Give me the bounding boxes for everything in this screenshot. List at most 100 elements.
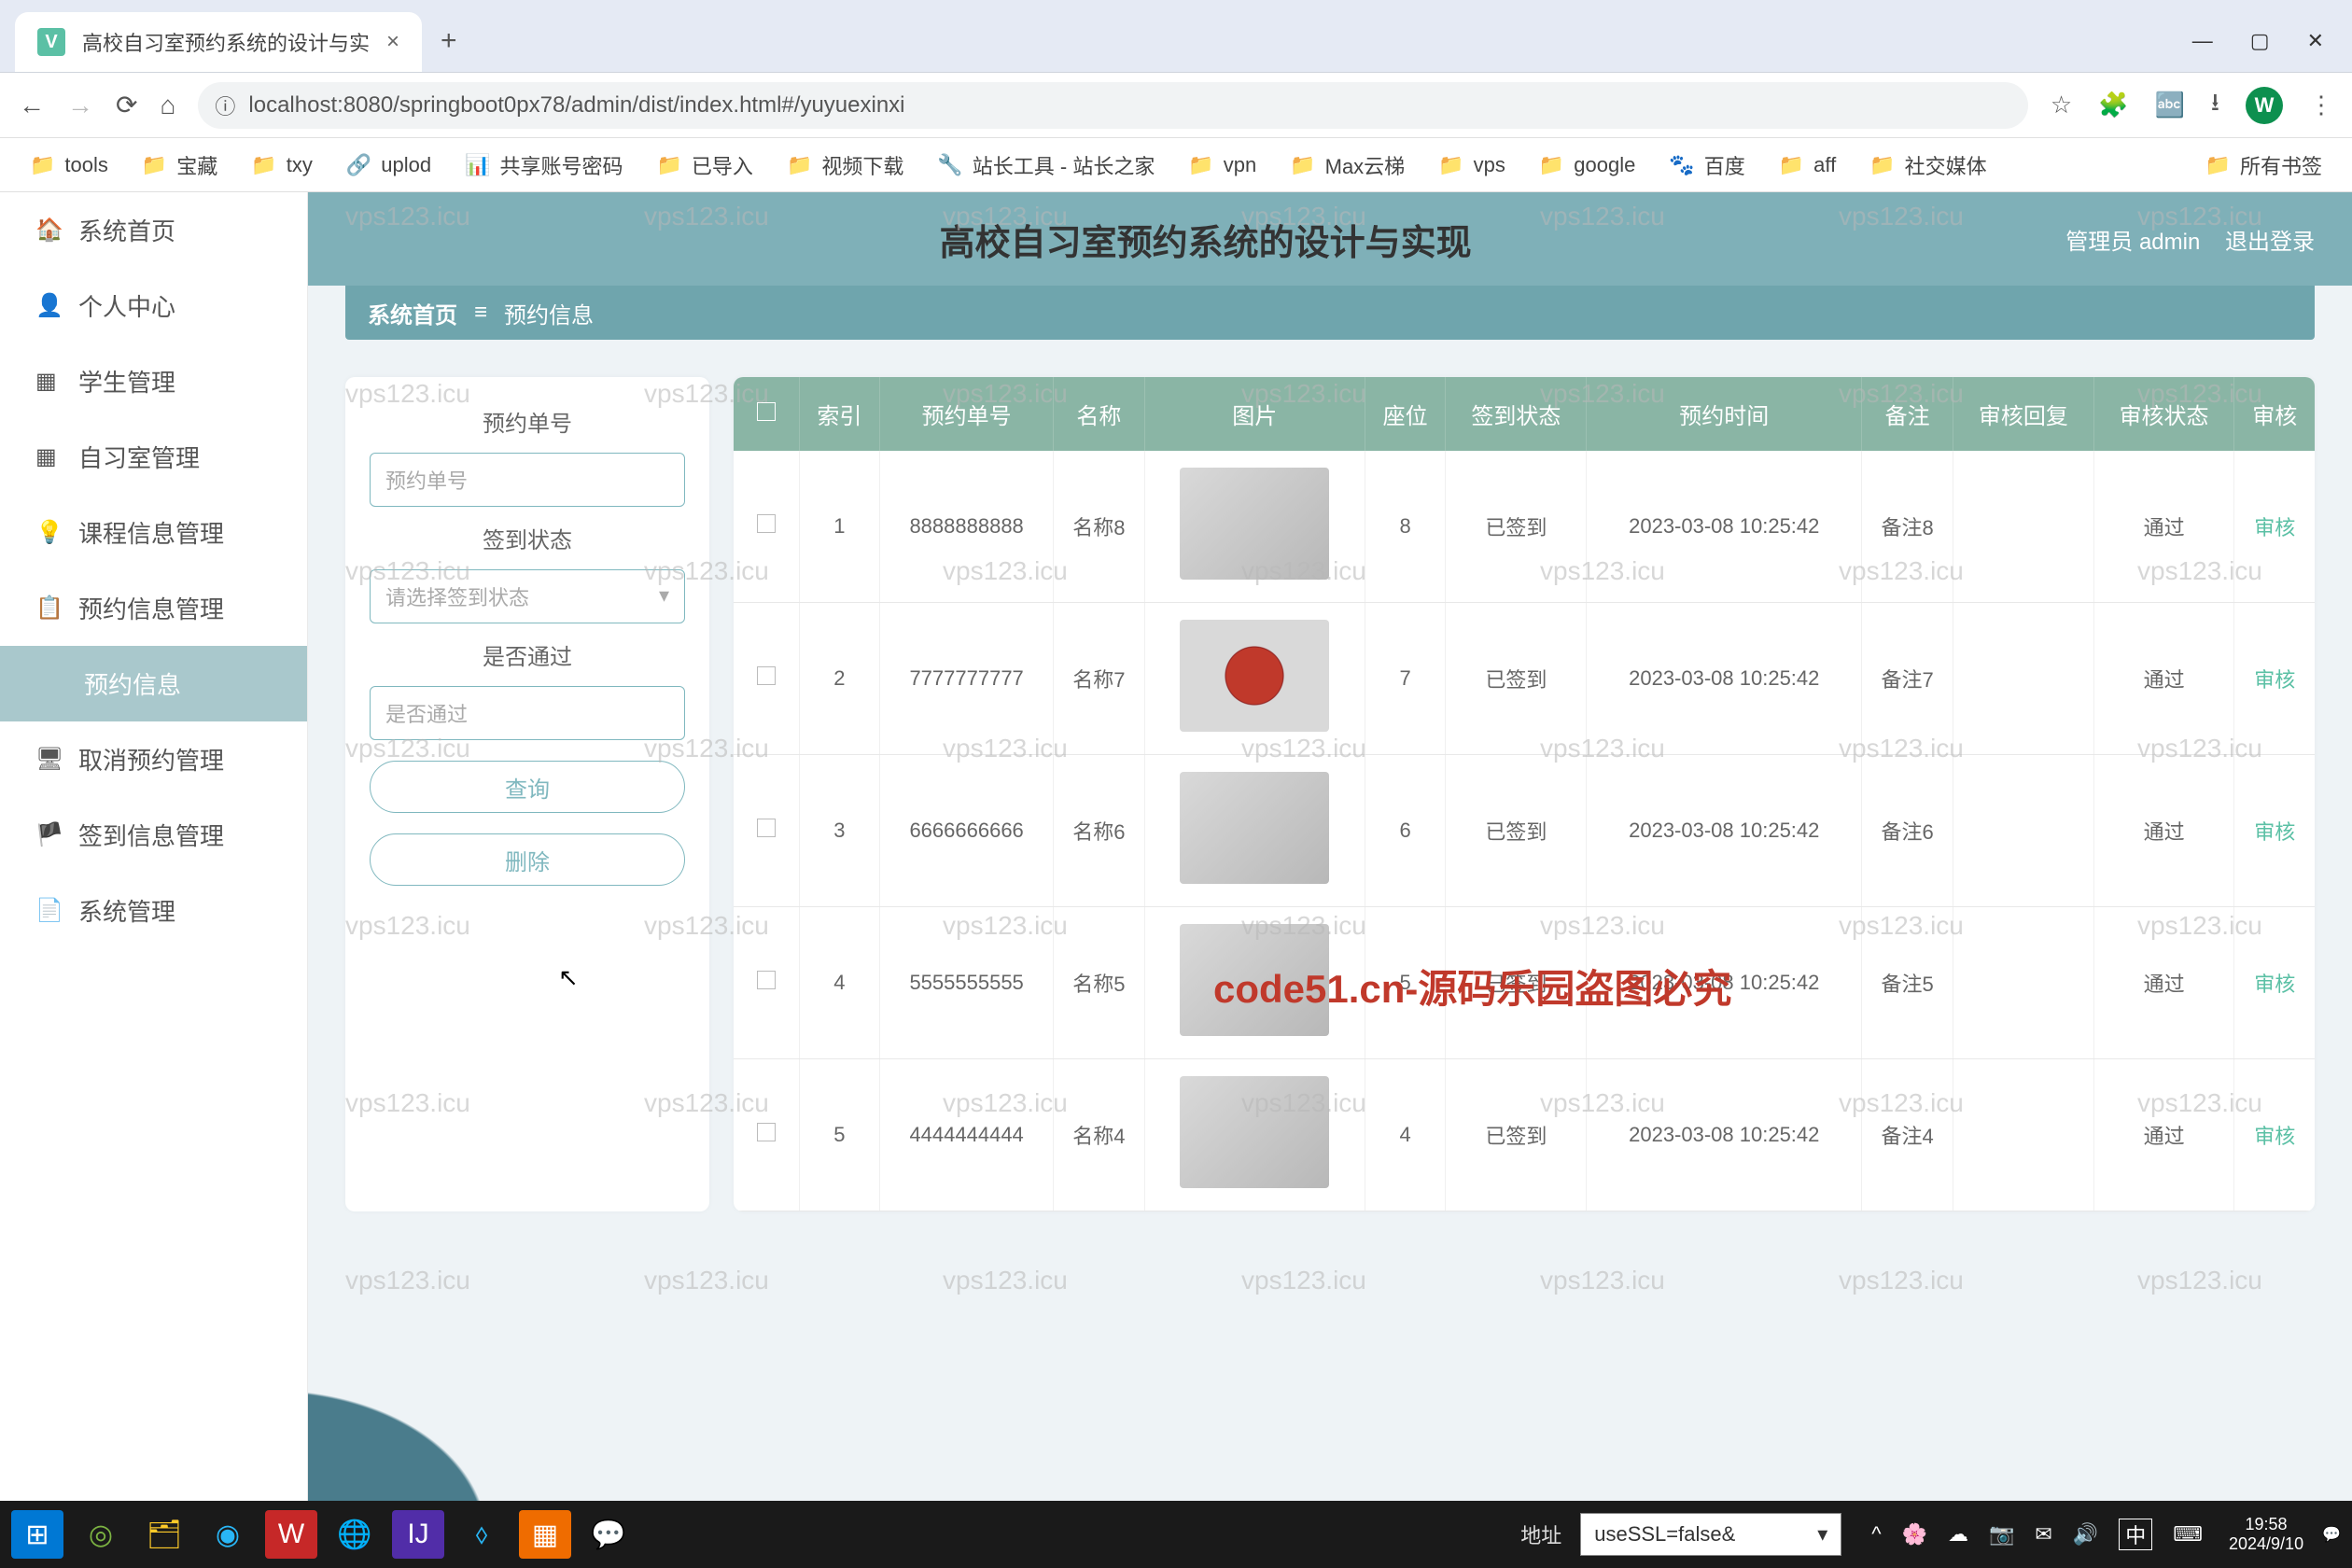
menu-icon: 👤 (35, 292, 60, 319)
tray-flower-icon[interactable]: 🌸 (1902, 1522, 1927, 1547)
query-button[interactable]: 查询 (370, 761, 685, 813)
minimize-icon[interactable]: ― (2192, 29, 2213, 53)
url-input[interactable]: ⓘ localhost:8080/springboot0px78/admin/d… (198, 82, 2027, 129)
explorer-icon[interactable]: 🗂 (138, 1510, 190, 1559)
thumbnail-image[interactable] (1180, 468, 1329, 580)
tray-onedrive-icon[interactable]: ☁ (1948, 1522, 1968, 1547)
sidebar-item[interactable]: 🏴签到信息管理 (0, 797, 307, 873)
delete-button[interactable]: 删除 (370, 833, 685, 886)
audit-link[interactable]: 审核 (2254, 516, 2295, 539)
bookmark-item[interactable]: 📁google (1539, 153, 1635, 177)
sidebar-item[interactable]: ▦学生管理 (0, 343, 307, 419)
table-row: 27777777777名称77已签到2023-03-08 10:25:42备注7… (734, 603, 2315, 755)
idea-icon[interactable]: IJ (392, 1510, 444, 1559)
checkbox[interactable] (757, 971, 776, 989)
start-icon[interactable]: ⊞ (11, 1510, 63, 1559)
bookmark-item[interactable]: 📁aff (1779, 153, 1836, 177)
edge-icon[interactable]: ◉ (202, 1510, 254, 1559)
tray-up-icon[interactable]: ^ (1871, 1522, 1881, 1547)
bookmark-item[interactable]: 📁社交媒体 (1869, 150, 1986, 180)
checkbox[interactable] (757, 1123, 776, 1141)
chrome-icon[interactable]: 🌐 (329, 1510, 381, 1559)
translate-icon[interactable]: 🔤 (2155, 91, 2185, 119)
filter-input-pass[interactable]: 是否通过 (370, 686, 685, 740)
back-icon[interactable]: ← (19, 91, 45, 120)
bookmark-item[interactable]: 📁已导入 (657, 150, 753, 180)
checkbox[interactable] (757, 514, 776, 533)
tray-camera-icon[interactable]: 📷 (1989, 1522, 2014, 1547)
new-tab-button[interactable]: + (441, 25, 457, 57)
filter-input-order[interactable]: 预约单号 (370, 453, 685, 507)
sidebar-item[interactable]: 👤个人中心 (0, 268, 307, 343)
bookmark-item[interactable]: 🔧站长工具 - 站长之家 (937, 150, 1155, 180)
thumbnail-image[interactable] (1180, 1076, 1329, 1188)
bookmark-item[interactable]: 🔗uplod (346, 153, 431, 177)
table-header: 审核 (2234, 377, 2315, 451)
tray-volume-icon[interactable]: 🔊 (2073, 1522, 2098, 1547)
download-icon[interactable]: ⭳ (2211, 85, 2219, 126)
logout-link[interactable]: 退出登录 (2225, 230, 2315, 255)
audit-link[interactable]: 审核 (2254, 668, 2295, 692)
sidebar-item[interactable]: ▦自习室管理 (0, 419, 307, 495)
tray-mail-icon[interactable]: ✉ (2035, 1522, 2051, 1547)
chevron-down-icon[interactable]: ▾ (1817, 1522, 1827, 1547)
folder-icon: 🔗 (346, 153, 371, 177)
audit-link[interactable]: 审核 (2254, 973, 2295, 996)
checkbox[interactable] (757, 402, 776, 421)
sidebar-item[interactable]: 📋预约信息管理 (0, 570, 307, 646)
bookmark-item[interactable]: 🐾百度 (1669, 150, 1744, 180)
checkbox[interactable] (757, 819, 776, 837)
bookmark-item[interactable]: 📁txy (251, 153, 313, 177)
wechat-icon[interactable]: 💬 (582, 1510, 635, 1559)
app-icon[interactable]: ▦ (519, 1510, 571, 1559)
bookmark-item[interactable]: 📁视频下载 (787, 150, 903, 180)
sidebar-item[interactable]: 💡课程信息管理 (0, 495, 307, 570)
folder-icon: 📁 (787, 153, 812, 177)
bookmark-item[interactable]: 📁宝藏 (142, 150, 217, 180)
vscode-icon[interactable]: ⬨ (455, 1510, 508, 1559)
maximize-icon[interactable]: ▢ (2250, 29, 2270, 53)
taskbar-clock[interactable]: 19:58 2024/9/10 (2229, 1515, 2303, 1553)
filter-label-sign: 签到状态 (483, 522, 572, 554)
tray-ime[interactable]: 中 (2119, 1519, 2152, 1550)
breadcrumb-home[interactable]: 系统首页 (368, 297, 457, 329)
forward-icon[interactable]: → (67, 91, 93, 120)
audit-link[interactable]: 审核 (2254, 820, 2295, 844)
home-icon[interactable]: ⌂ (160, 91, 175, 120)
sidebar-item[interactable]: 🖥取消预约管理 (0, 721, 307, 797)
extensions-icon[interactable]: ☆ (2051, 91, 2072, 119)
bookmark-item[interactable]: 📁vps (1438, 153, 1505, 177)
browser360-icon[interactable]: ◎ (75, 1510, 127, 1559)
bookmark-item[interactable]: 📁tools (30, 153, 108, 177)
bookmark-item[interactable]: 📁Max云梯 (1290, 150, 1405, 180)
menu-icon[interactable]: ⋮ (2309, 91, 2333, 119)
puzzle-icon[interactable]: 🧩 (2098, 91, 2128, 119)
bookmark-item[interactable]: 📁vpn (1188, 153, 1256, 177)
close-icon[interactable]: × (386, 29, 399, 55)
info-icon[interactable]: ⓘ (215, 91, 235, 120)
bookmark-all[interactable]: 📁所有书签 (2205, 150, 2322, 180)
thumbnail-image[interactable] (1180, 620, 1329, 732)
table-header: 审核回复 (1953, 377, 2094, 451)
wps-icon[interactable]: W (265, 1510, 317, 1559)
address-bar: ← → ⟳ ⌂ ⓘ localhost:8080/springboot0px78… (0, 73, 2352, 138)
tray-keyboard-icon[interactable]: ⌨ (2173, 1522, 2203, 1547)
notifications-icon[interactable]: 💬 (2322, 1525, 2341, 1544)
bookmark-item[interactable]: 📊共享账号密码 (465, 150, 623, 180)
audit-link[interactable]: 审核 (2254, 1125, 2295, 1148)
sidebar-item[interactable]: 🏠系统首页 (0, 192, 307, 268)
close-window-icon[interactable]: ✕ (2307, 29, 2324, 53)
checkbox[interactable] (757, 666, 776, 685)
sidebar-item[interactable]: 📄系统管理 (0, 873, 307, 948)
sidebar-item[interactable]: 预约信息 (0, 646, 307, 721)
table-header: 预约单号 (880, 377, 1054, 451)
system-tray: ^ 🌸 ☁ 📷 ✉ 🔊 中 ⌨ (1871, 1519, 2203, 1550)
filter-select-sign[interactable]: 请选择签到状态 (370, 569, 685, 623)
taskbar-addr-input[interactable]: useSSL=false& ▾ (1580, 1513, 1841, 1556)
browser-tab[interactable]: V 高校自习室预约系统的设计与实 × (15, 12, 422, 72)
profile-avatar[interactable]: W (2246, 87, 2283, 124)
thumbnail-image[interactable] (1180, 772, 1329, 884)
thumbnail-image[interactable] (1180, 924, 1329, 1036)
watermark: vps123.icu (2137, 1266, 2262, 1295)
reload-icon[interactable]: ⟳ (116, 90, 137, 120)
